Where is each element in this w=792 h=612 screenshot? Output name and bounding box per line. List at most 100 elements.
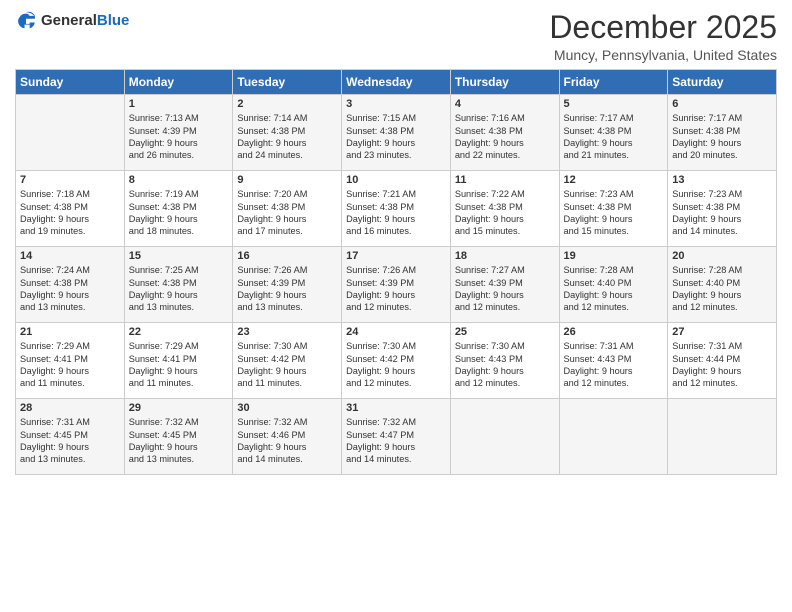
logo-blue: Blue xyxy=(97,13,130,30)
day-number: 5 xyxy=(564,98,664,110)
calendar-cell: 4 Sunrise: 7:16 AMSunset: 4:38 PMDaylight… xyxy=(450,95,559,171)
cell-content: Sunrise: 7:13 AMSunset: 4:39 PMDaylight:… xyxy=(129,112,229,162)
calendar-cell: 27 Sunrise: 7:31 AMSunset: 4:44 PMDayligh… xyxy=(668,323,777,399)
calendar-cell: 10 Sunrise: 7:21 AMSunset: 4:38 PMDayligh… xyxy=(342,171,451,247)
calendar-cell: 7Sunrise: 7:18 AMSunset: 4:38 PMDaylight… xyxy=(16,171,125,247)
cell-content: Sunrise: 7:32 AMSunset: 4:45 PMDaylight:… xyxy=(129,416,229,466)
calendar-week-5: 28 Sunrise: 7:31 AMSunset: 4:45 PMDayligh… xyxy=(16,399,777,475)
day-number: 8 xyxy=(129,174,229,186)
calendar-cell: 13 Sunrise: 7:23 AMSunset: 4:38 PMDayligh… xyxy=(668,171,777,247)
day-number: 30 xyxy=(237,402,337,414)
day-number: 15 xyxy=(129,250,229,262)
logo-general: General xyxy=(41,13,97,30)
calendar-cell: 16 Sunrise: 7:26 AMSunset: 4:39 PMDayligh… xyxy=(233,247,342,323)
cell-content: Sunrise: 7:23 AMSunset: 4:38 PMDaylight:… xyxy=(564,188,664,238)
cell-content: Sunrise: 7:16 AMSunset: 4:38 PMDaylight:… xyxy=(455,112,555,162)
calendar-cell xyxy=(16,95,125,171)
day-number: 14 xyxy=(20,250,120,262)
cell-content: Sunrise: 7:23 AMSunset: 4:38 PMDaylight:… xyxy=(672,188,772,238)
calendar-cell: 24Sunrise: 7:30 AMSunset: 4:42 PMDayligh… xyxy=(342,323,451,399)
cell-content: Sunrise: 7:14 AMSunset: 4:38 PMDaylight:… xyxy=(237,112,337,162)
cell-content: Sunrise: 7:25 AMSunset: 4:38 PMDaylight:… xyxy=(129,264,229,314)
calendar-cell: 2Sunrise: 7:14 AMSunset: 4:38 PMDaylight… xyxy=(233,95,342,171)
calendar-cell xyxy=(559,399,668,475)
cell-content: Sunrise: 7:30 AMSunset: 4:42 PMDaylight:… xyxy=(237,340,337,390)
day-number: 16 xyxy=(237,250,337,262)
calendar-cell: 21 Sunrise: 7:29 AMSunset: 4:41 PMDayligh… xyxy=(16,323,125,399)
calendar-cell: 23 Sunrise: 7:30 AMSunset: 4:42 PMDayligh… xyxy=(233,323,342,399)
day-header-thursday: Thursday xyxy=(450,70,559,95)
calendar-week-1: 1 Sunrise: 7:13 AMSunset: 4:39 PMDaylight… xyxy=(16,95,777,171)
cell-content: Sunrise: 7:28 AMSunset: 4:40 PMDaylight:… xyxy=(564,264,664,314)
day-number: 26 xyxy=(564,326,664,338)
cell-content: Sunrise: 7:24 AMSunset: 4:38 PMDaylight:… xyxy=(20,264,120,314)
calendar-cell xyxy=(450,399,559,475)
cell-content: Sunrise: 7:30 AMSunset: 4:42 PMDaylight:… xyxy=(346,340,446,390)
day-header-sunday: Sunday xyxy=(16,70,125,95)
header: General Blue December 2025 Muncy, Pennsy… xyxy=(15,10,777,63)
day-number: 9 xyxy=(237,174,337,186)
cell-content: Sunrise: 7:26 AMSunset: 4:39 PMDaylight:… xyxy=(237,264,337,314)
calendar-cell: 29 Sunrise: 7:32 AMSunset: 4:45 PMDayligh… xyxy=(124,399,233,475)
calendar-cell: 1 Sunrise: 7:13 AMSunset: 4:39 PMDaylight… xyxy=(124,95,233,171)
calendar-cell: 17 Sunrise: 7:26 AMSunset: 4:39 PMDayligh… xyxy=(342,247,451,323)
cell-content: Sunrise: 7:31 AMSunset: 4:44 PMDaylight:… xyxy=(672,340,772,390)
calendar-cell: 18Sunrise: 7:27 AMSunset: 4:39 PMDayligh… xyxy=(450,247,559,323)
day-number: 23 xyxy=(237,326,337,338)
day-number: 13 xyxy=(672,174,772,186)
day-number: 18 xyxy=(455,250,555,262)
day-number: 28 xyxy=(20,402,120,414)
logo: General Blue xyxy=(15,10,129,32)
day-number: 10 xyxy=(346,174,446,186)
calendar-cell: 26Sunrise: 7:31 AMSunset: 4:43 PMDayligh… xyxy=(559,323,668,399)
calendar-cell: 8 Sunrise: 7:19 AMSunset: 4:38 PMDaylight… xyxy=(124,171,233,247)
day-number: 4 xyxy=(455,98,555,110)
calendar-cell: 5 Sunrise: 7:17 AMSunset: 4:38 PMDaylight… xyxy=(559,95,668,171)
day-number: 17 xyxy=(346,250,446,262)
cell-content: Sunrise: 7:15 AMSunset: 4:38 PMDaylight:… xyxy=(346,112,446,162)
calendar-cell: 30 Sunrise: 7:32 AMSunset: 4:46 PMDayligh… xyxy=(233,399,342,475)
day-number: 25 xyxy=(455,326,555,338)
cell-content: Sunrise: 7:20 AMSunset: 4:38 PMDaylight:… xyxy=(237,188,337,238)
calendar-week-2: 7Sunrise: 7:18 AMSunset: 4:38 PMDaylight… xyxy=(16,171,777,247)
day-number: 1 xyxy=(129,98,229,110)
calendar-cell: 11Sunrise: 7:22 AMSunset: 4:38 PMDayligh… xyxy=(450,171,559,247)
day-number: 20 xyxy=(672,250,772,262)
calendar-week-3: 14 Sunrise: 7:24 AMSunset: 4:38 PMDayligh… xyxy=(16,247,777,323)
cell-content: Sunrise: 7:19 AMSunset: 4:38 PMDaylight:… xyxy=(129,188,229,238)
calendar-cell xyxy=(668,399,777,475)
calendar-cell: 20 Sunrise: 7:28 AMSunset: 4:40 PMDayligh… xyxy=(668,247,777,323)
calendar-cell: 9 Sunrise: 7:20 AMSunset: 4:38 PMDaylight… xyxy=(233,171,342,247)
day-number: 21 xyxy=(20,326,120,338)
cell-content: Sunrise: 7:31 AMSunset: 4:45 PMDaylight:… xyxy=(20,416,120,466)
day-header-saturday: Saturday xyxy=(668,70,777,95)
day-number: 27 xyxy=(672,326,772,338)
calendar-week-4: 21 Sunrise: 7:29 AMSunset: 4:41 PMDayligh… xyxy=(16,323,777,399)
day-number: 29 xyxy=(129,402,229,414)
logo-text: General Blue xyxy=(41,13,129,30)
cell-content: Sunrise: 7:17 AMSunset: 4:38 PMDaylight:… xyxy=(564,112,664,162)
day-header-tuesday: Tuesday xyxy=(233,70,342,95)
calendar-table: SundayMondayTuesdayWednesdayThursdayFrid… xyxy=(15,69,777,475)
cell-content: Sunrise: 7:26 AMSunset: 4:39 PMDaylight:… xyxy=(346,264,446,314)
logo-icon xyxy=(15,10,37,32)
cell-content: Sunrise: 7:29 AMSunset: 4:41 PMDaylight:… xyxy=(20,340,120,390)
calendar-cell: 3Sunrise: 7:15 AMSunset: 4:38 PMDaylight… xyxy=(342,95,451,171)
calendar-cell: 28 Sunrise: 7:31 AMSunset: 4:45 PMDayligh… xyxy=(16,399,125,475)
day-number: 6 xyxy=(672,98,772,110)
cell-content: Sunrise: 7:32 AMSunset: 4:47 PMDaylight:… xyxy=(346,416,446,466)
day-number: 11 xyxy=(455,174,555,186)
location-subtitle: Muncy, Pennsylvania, United States xyxy=(549,47,777,63)
cell-content: Sunrise: 7:32 AMSunset: 4:46 PMDaylight:… xyxy=(237,416,337,466)
day-header-friday: Friday xyxy=(559,70,668,95)
calendar-cell: 12Sunrise: 7:23 AMSunset: 4:38 PMDayligh… xyxy=(559,171,668,247)
cell-content: Sunrise: 7:28 AMSunset: 4:40 PMDaylight:… xyxy=(672,264,772,314)
day-number: 22 xyxy=(129,326,229,338)
calendar-header-row: SundayMondayTuesdayWednesdayThursdayFrid… xyxy=(16,70,777,95)
title-block: December 2025 Muncy, Pennsylvania, Unite… xyxy=(549,10,777,63)
month-title: December 2025 xyxy=(549,10,777,45)
page-container: General Blue December 2025 Muncy, Pennsy… xyxy=(0,0,792,612)
calendar-cell: 6Sunrise: 7:17 AMSunset: 4:38 PMDaylight… xyxy=(668,95,777,171)
cell-content: Sunrise: 7:21 AMSunset: 4:38 PMDaylight:… xyxy=(346,188,446,238)
calendar-cell: 15 Sunrise: 7:25 AMSunset: 4:38 PMDayligh… xyxy=(124,247,233,323)
